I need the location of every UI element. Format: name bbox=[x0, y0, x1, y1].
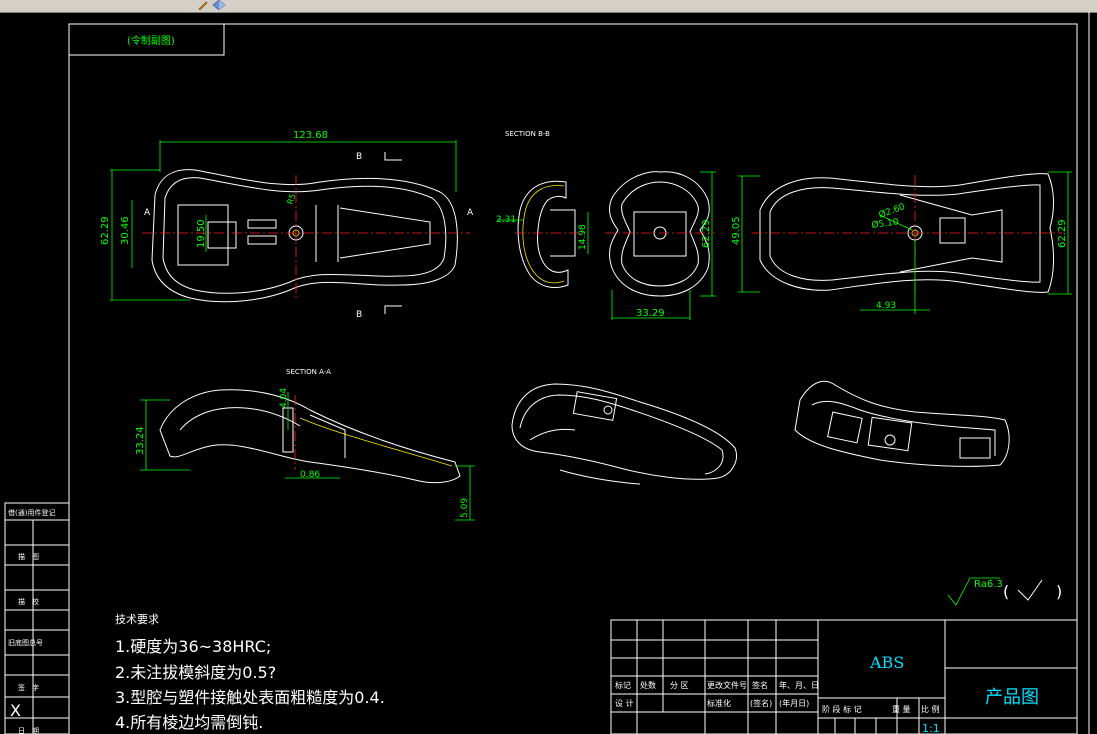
isometric-view-2 bbox=[794, 380, 1010, 467]
dim-side-height: 33.24 bbox=[135, 426, 146, 455]
isometric-view-1 bbox=[511, 383, 737, 485]
dim-side-bottom: 0.86 bbox=[300, 470, 320, 480]
strip-mark-x: X bbox=[10, 701, 21, 720]
corner-label: (令制副图) bbox=[127, 34, 175, 47]
dim-front-height: 62.29 bbox=[701, 219, 712, 248]
dim-front-width: 33.29 bbox=[636, 308, 665, 319]
tb-scale-value: 1:1 bbox=[922, 722, 940, 734]
tech-requirements: 技术要求 1.硬度为36~38HRC; 2.未注拔模斜度为0.5? 3.型腔与塑… bbox=[115, 613, 385, 732]
left-strip-table: 借(通)用件登记 描 图 描 校 旧底图总号 签 字 X 日 期 bbox=[4, 502, 70, 734]
section-a-a: SECTION A-A 33.24 4.04 0.86 5.09 bbox=[135, 368, 475, 521]
strip-label-sign: 签 字 bbox=[18, 683, 39, 692]
tb-label-date: 年、月、日 bbox=[779, 680, 819, 690]
dim-inner-width: 19.50 bbox=[196, 219, 207, 248]
strip-label-date: 日 期 bbox=[18, 727, 39, 734]
tech-line-1: 1.硬度为36~38HRC; bbox=[115, 637, 271, 656]
strip-label-reg: 借(通)用件登记 bbox=[8, 508, 55, 517]
front-view: 62.29 33.29 bbox=[605, 171, 716, 320]
dim-hole-inner: Ø5.10 bbox=[871, 216, 900, 231]
dim-left-height: 62.29 bbox=[100, 216, 111, 245]
drawing-frame: (令制副图) bbox=[68, 12, 1090, 734]
tech-line-2: 2.未注拔模斜度为0.5? bbox=[115, 663, 276, 682]
dim-right-height-left: 49.05 bbox=[731, 216, 742, 245]
dim-section-b-gap: 14.98 bbox=[578, 224, 588, 250]
tb-label-dated: (年月日) bbox=[779, 698, 809, 708]
section-marker-a-right: A bbox=[467, 208, 474, 218]
dim-right-height: 62.29 bbox=[1057, 219, 1068, 248]
tb-label-change-doc: 更改文件号 bbox=[707, 680, 747, 690]
roughness-symbol: Ra6.3 ( ) bbox=[947, 577, 1062, 606]
dim-side-top: 4.04 bbox=[279, 388, 289, 408]
section-marker-a-left: A bbox=[144, 208, 151, 218]
roughness-value: Ra6.3 bbox=[974, 579, 1003, 590]
roughness-paren-close: ) bbox=[1056, 582, 1062, 601]
tb-label-standard: 标准化 bbox=[707, 698, 731, 708]
section-bb-label: SECTION B-B bbox=[505, 130, 550, 138]
section-marker-b-top: B bbox=[356, 152, 362, 162]
strip-label-trace: 描 图 bbox=[18, 552, 39, 561]
dim-side-thick: 5.09 bbox=[460, 498, 470, 518]
strip-label-old: 旧底图总号 bbox=[8, 638, 43, 647]
tb-label-zone: 分 区 bbox=[670, 681, 689, 690]
right-view: 49.05 62.29 4.93 Ø2.60 Ø5.10 bbox=[731, 171, 1072, 314]
dim-inner-height: 30.46 bbox=[120, 216, 131, 245]
diamond-icon[interactable] bbox=[212, 0, 226, 10]
tb-product-title: 产品图 bbox=[985, 687, 1039, 708]
section-marker-b-bottom: B bbox=[356, 310, 362, 320]
section-aa-label: SECTION A-A bbox=[286, 368, 331, 376]
tech-line-3: 3.型腔与塑件接触处表面粗糙度为0.4. bbox=[115, 688, 385, 707]
tb-label-sign: 签名 bbox=[752, 680, 768, 690]
roughness-paren-open: ( bbox=[1003, 582, 1009, 601]
tb-scale-label: 比 例 bbox=[921, 704, 940, 714]
tb-label-signed: (签名) bbox=[750, 698, 772, 708]
drawing-canvas: (令制副图) 借(通)用件登记 描 图 描 校 旧底图总号 签 字 X 日 期 bbox=[4, 12, 1090, 734]
strip-label-check: 描 校 bbox=[18, 597, 39, 606]
tb-label-design: 设 计 bbox=[615, 698, 634, 708]
tech-title: 技术要求 bbox=[115, 613, 159, 626]
tb-weight: 重 量 bbox=[892, 704, 911, 714]
dim-section-b-wall: 2.31 bbox=[496, 215, 516, 225]
pencil-icon[interactable] bbox=[198, 0, 208, 10]
title-block: 标记 处数 分 区 更改文件号 签名 年、月、日 设 计 标准化 (签名) (年… bbox=[610, 619, 1078, 734]
dim-top-length: 123.68 bbox=[293, 130, 328, 141]
tb-material: ABS bbox=[869, 653, 904, 672]
tb-label-count: 处数 bbox=[640, 680, 656, 690]
section-b-b: SECTION B-B 2.31 14.98 bbox=[496, 130, 589, 288]
tb-label-mark: 标记 bbox=[615, 680, 631, 690]
top-view: 123.68 62.29 30.46 19.50 R5 A A B B bbox=[100, 130, 474, 320]
dim-right-bottom: 4.93 bbox=[876, 301, 896, 311]
tb-stage-mark: 阶 段 标 记 bbox=[822, 704, 862, 714]
tech-line-4: 4.所有棱边均需倒钝. bbox=[115, 713, 263, 732]
